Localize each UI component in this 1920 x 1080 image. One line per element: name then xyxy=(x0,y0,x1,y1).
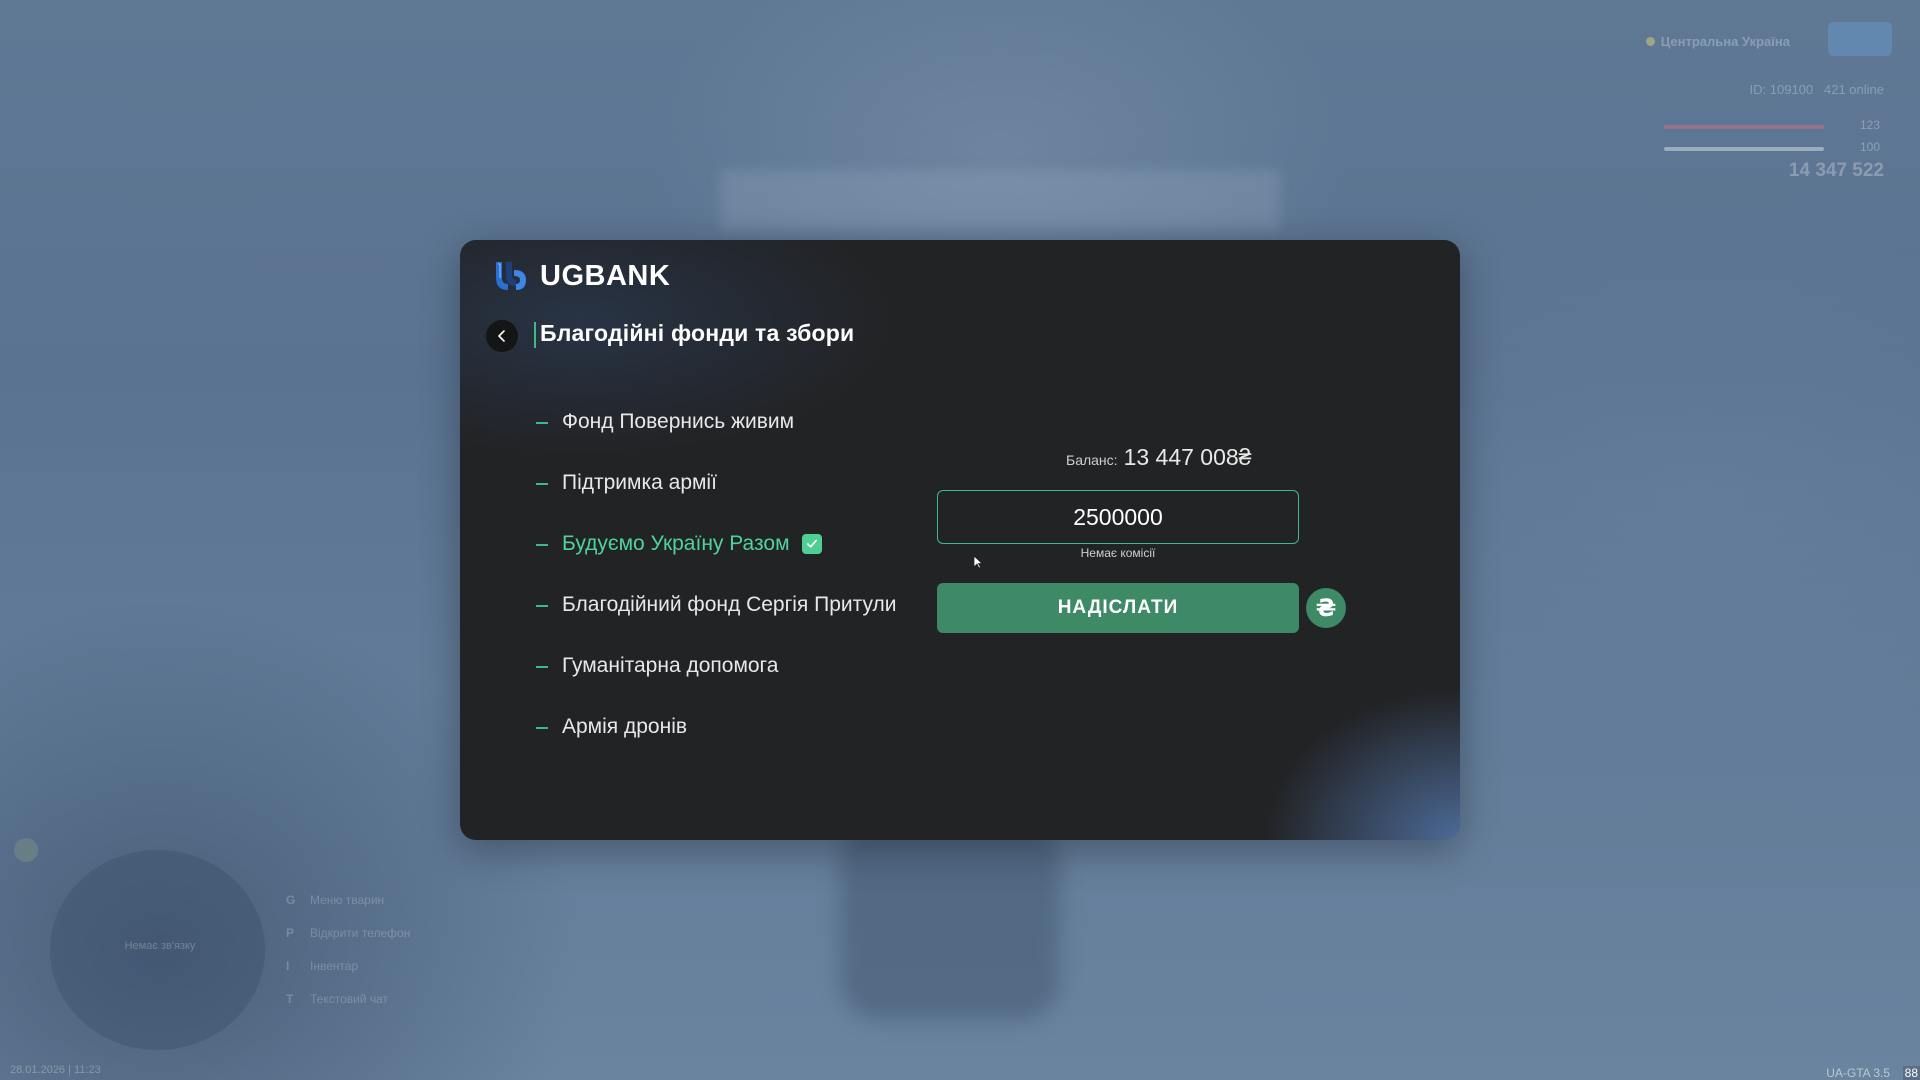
fund-item[interactable]: Фонд Повернись живим xyxy=(536,410,897,471)
server-logo-icon xyxy=(1828,22,1892,56)
background-structure xyxy=(720,170,1280,230)
dash-icon xyxy=(536,544,548,546)
fee-note: Немає комісії xyxy=(1080,546,1156,560)
fund-label: Гуманітарна допомога xyxy=(562,654,779,677)
fund-label: Армія дронів xyxy=(562,715,688,738)
page-title: Благодійні фонди та збори xyxy=(540,320,855,346)
dash-icon xyxy=(536,483,548,485)
amount-input[interactable] xyxy=(937,490,1299,544)
hud-fps: 88 xyxy=(1902,1066,1920,1080)
balance: Баланс: 13 447 008₴ xyxy=(1066,444,1251,471)
title-accent xyxy=(534,322,536,348)
currency-hryvnia-button[interactable]: ₴ xyxy=(1306,588,1346,628)
fund-label: Благодійний фонд Сергія Притули xyxy=(562,593,897,616)
back-button[interactable] xyxy=(486,320,518,352)
balance-value: 13 447 008₴ xyxy=(1123,444,1252,470)
fund-list: Фонд Повернись живим Підтримка армії Буд… xyxy=(536,410,897,776)
dash-icon xyxy=(536,605,548,607)
hud-stats: ID: 109100 421 online xyxy=(1750,82,1884,97)
health-value: 123 xyxy=(1859,118,1880,132)
mouse-cursor-icon xyxy=(973,555,983,569)
armor-value: 100 xyxy=(1859,140,1880,154)
fund-label: Фонд Повернись живим xyxy=(562,410,795,433)
hud-player-id: ID: 109100 xyxy=(1749,82,1814,97)
hud-region: Центральна Україна xyxy=(1645,34,1790,49)
health-bar xyxy=(1664,125,1824,129)
keybind-item: P Відкрити телефон xyxy=(286,926,411,940)
keybind-item: G Меню тварин xyxy=(286,893,385,907)
keybind-item: I Інвентар xyxy=(286,959,359,973)
armor-bar xyxy=(1664,147,1824,151)
hud-keybinds: G Меню тварин P Відкрити телефон I Інвентар… xyxy=(286,884,410,1016)
voice-icon xyxy=(14,838,38,862)
dash-icon xyxy=(536,727,548,729)
hud-datetime: 28.01.2026 | 11:23 xyxy=(10,1064,101,1076)
fund-item[interactable]: Благодійний фонд Сергія Притули xyxy=(536,593,897,654)
hud-region-label: Центральна Україна xyxy=(1660,34,1790,49)
brand: UGBANK xyxy=(492,258,670,294)
keybind-item: T Текстовий чат xyxy=(286,992,389,1006)
balance-label: Баланс: xyxy=(1066,452,1118,468)
fund-item[interactable]: Гуманітарна допомога xyxy=(536,654,897,715)
checkmark-icon xyxy=(801,534,822,554)
send-button[interactable]: НАДІСЛАТИ xyxy=(937,583,1299,633)
minimap-status: Немає зв'язку xyxy=(124,940,196,952)
chevron-left-icon xyxy=(498,330,505,342)
dash-icon xyxy=(536,666,548,668)
bank-modal: UGBANK Благодійні фонди та збори Фонд По… xyxy=(460,240,1460,840)
fund-label: Підтримка армії xyxy=(562,471,717,494)
fund-label: Будуємо Україну Разом xyxy=(562,532,790,555)
fund-item[interactable]: Підтримка армії xyxy=(536,471,897,532)
region-dot-icon xyxy=(1645,37,1655,46)
hud-version: UA-GTA 3.5 xyxy=(1826,1066,1890,1080)
hud-money: 14 347 522 xyxy=(1788,160,1884,181)
background-character xyxy=(840,820,1060,1020)
ugbank-logo-icon xyxy=(496,262,526,290)
dash-icon xyxy=(536,422,548,424)
fund-item-selected[interactable]: Будуємо Україну Разом xyxy=(536,532,897,593)
fund-item[interactable]: Армія дронів xyxy=(536,715,897,776)
hud-online-count: 421 online xyxy=(1824,82,1884,97)
brand-name: UGBANK xyxy=(540,259,671,292)
